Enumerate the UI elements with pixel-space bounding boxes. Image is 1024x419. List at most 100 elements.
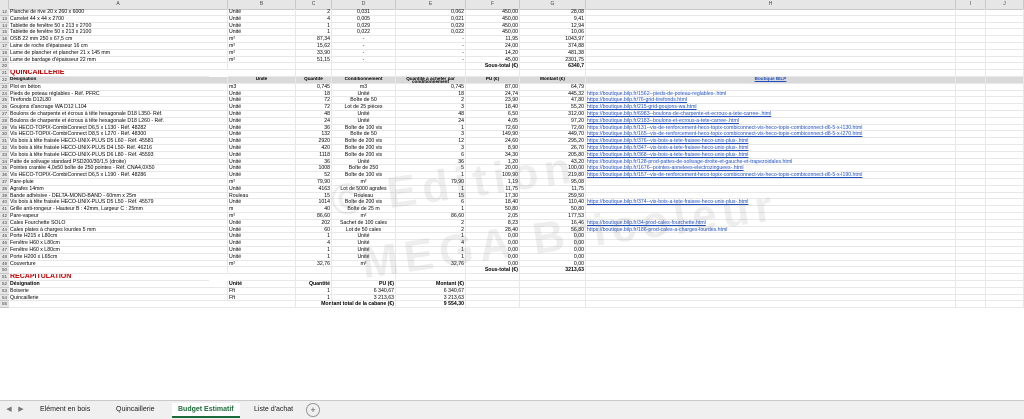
cell-e[interactable]: 15: [396, 192, 466, 200]
cell-j[interactable]: [986, 213, 1024, 220]
cell-g[interactable]: 64,79: [520, 83, 586, 91]
cell-a[interactable]: Vis HECO-TOPIX-CombiConnect D8,5 x L270 …: [9, 131, 228, 139]
cell-f[interactable]: 11,95: [466, 36, 520, 43]
cell-h[interactable]: [586, 260, 956, 268]
cell-b[interactable]: Unité: [228, 15, 296, 23]
cell-j[interactable]: [986, 36, 1024, 43]
cell-h[interactable]: https://boutique.bilp.fr/2183--boulons-e…: [586, 117, 956, 125]
row-number[interactable]: 55: [0, 301, 9, 309]
cell-c[interactable]: 4163: [296, 185, 332, 193]
row-number[interactable]: 48: [0, 253, 9, 261]
cell-j[interactable]: [986, 22, 1024, 30]
cell-i[interactable]: [956, 219, 986, 227]
cell-f[interactable]: 450,00: [466, 29, 520, 37]
cell-j[interactable]: [986, 240, 1024, 247]
cell-d[interactable]: Boîte de 250: [332, 165, 396, 173]
cell-g[interactable]: 259,50: [520, 192, 586, 200]
cell-h[interactable]: [586, 36, 956, 43]
cell-c[interactable]: 79,90: [296, 179, 332, 186]
cell-b[interactable]: Unité: [228, 77, 296, 84]
cell-b[interactable]: Unité: [228, 117, 296, 125]
cell-a[interactable]: Agrafes 14mm: [9, 185, 228, 193]
cell-i[interactable]: [956, 145, 986, 152]
cell-c[interactable]: 24: [296, 117, 332, 125]
cell-g[interactable]: 0,00: [520, 253, 586, 261]
cell-d[interactable]: Lot de 50 cales: [332, 226, 396, 234]
row-number[interactable]: 46: [0, 240, 9, 247]
cell-c[interactable]: 1118: [296, 151, 332, 159]
cell-b[interactable]: Unité: [228, 90, 296, 98]
cell-b[interactable]: m3: [228, 83, 296, 91]
cell-f[interactable]: [466, 70, 520, 77]
cell-b[interactable]: Unité: [228, 185, 296, 193]
cell-j[interactable]: [986, 253, 1024, 261]
cell-b[interactable]: Unité: [228, 22, 296, 30]
cell-d[interactable]: 0,029: [332, 22, 396, 30]
cell-e[interactable]: 4: [396, 240, 466, 247]
cell-j[interactable]: [986, 131, 1024, 139]
row-number[interactable]: 19: [0, 56, 9, 64]
cell-g[interactable]: 177,53: [520, 213, 586, 220]
column-header-e[interactable]: E: [396, 0, 466, 9]
cell-d[interactable]: -: [332, 56, 396, 64]
cell-i[interactable]: [956, 301, 986, 309]
cell-f[interactable]: 8,90: [466, 145, 520, 152]
cell-d[interactable]: -: [332, 36, 396, 43]
cell-h[interactable]: [586, 247, 956, 254]
cell-h[interactable]: https://boutique.bilp.fr/215-grid-goujon…: [586, 104, 956, 111]
cell-d[interactable]: Boîte de 25 m: [332, 206, 396, 213]
cell-h[interactable]: [586, 179, 956, 186]
cell-c[interactable]: 87,34: [296, 36, 332, 43]
cell-e[interactable]: 1: [396, 247, 466, 254]
cell-f[interactable]: 450,00: [466, 22, 520, 30]
cell-i[interactable]: [956, 199, 986, 207]
row-number[interactable]: 14: [0, 22, 9, 30]
cell-f[interactable]: 24,00: [466, 43, 520, 50]
cell-a[interactable]: Couverture: [9, 260, 228, 268]
cell-i[interactable]: [956, 104, 986, 111]
cell-g[interactable]: 445,32: [520, 90, 586, 98]
row-number[interactable]: 40: [0, 199, 9, 207]
cell-b[interactable]: [228, 70, 296, 77]
row-number[interactable]: 15: [0, 29, 9, 37]
cell-h[interactable]: https://boutique.bilp.fr/368--vis-bois-a…: [586, 151, 956, 159]
cell-b[interactable]: Unité: [228, 131, 296, 139]
cell-c[interactable]: 72: [296, 97, 332, 105]
cell-e[interactable]: Quantité à acheter par conditionnement: [396, 77, 466, 84]
cell-a[interactable]: Porte H200 x L65cm: [9, 253, 228, 261]
cell-i[interactable]: [956, 124, 986, 132]
cell-b[interactable]: [228, 301, 296, 309]
cell-h[interactable]: https://boutique.bilp.fr/128-prod-pattes…: [586, 158, 956, 166]
cell-g[interactable]: [520, 281, 586, 288]
cell-i[interactable]: [956, 185, 986, 193]
cell-j[interactable]: [986, 192, 1024, 200]
cell-f[interactable]: [466, 281, 520, 288]
cell-i[interactable]: [956, 253, 986, 261]
cell-j[interactable]: [986, 185, 1024, 193]
cell-g[interactable]: 95,08: [520, 179, 586, 186]
cell-f[interactable]: Sous-total (€): [466, 63, 520, 71]
cell-h[interactable]: https://boutique.bilp.fr/34-prod-cales-f…: [586, 219, 956, 227]
cell-g[interactable]: 481,38: [520, 49, 586, 57]
cell-h[interactable]: https://boutique.bilp.fr/76-grid-tirefon…: [586, 97, 956, 105]
cell-d[interactable]: Sachet de 100 cales: [332, 219, 396, 227]
row-number[interactable]: 27: [0, 111, 9, 118]
row-number[interactable]: 35: [0, 165, 9, 173]
cell-h[interactable]: [586, 233, 956, 241]
cell-j[interactable]: [986, 260, 1024, 268]
cell-c[interactable]: 1: [296, 29, 332, 37]
cell-g[interactable]: Montant (€): [520, 77, 586, 84]
cell-j[interactable]: [986, 104, 1024, 111]
cell-j[interactable]: [986, 172, 1024, 179]
cell-b[interactable]: Unité: [228, 165, 296, 173]
cell-b[interactable]: Unité: [228, 172, 296, 179]
row-number[interactable]: 53: [0, 287, 9, 295]
cell-i[interactable]: [956, 49, 986, 57]
cell-d[interactable]: Unité: [332, 117, 396, 125]
cell-a[interactable]: Fenêtre H60 x L80cm: [9, 240, 228, 247]
row-number[interactable]: 51: [0, 274, 9, 281]
cell-f[interactable]: [466, 294, 520, 302]
cell-e[interactable]: [396, 267, 466, 275]
cell-f[interactable]: 109,90: [466, 172, 520, 179]
cell-d[interactable]: Boîte de 100 vis: [332, 124, 396, 132]
